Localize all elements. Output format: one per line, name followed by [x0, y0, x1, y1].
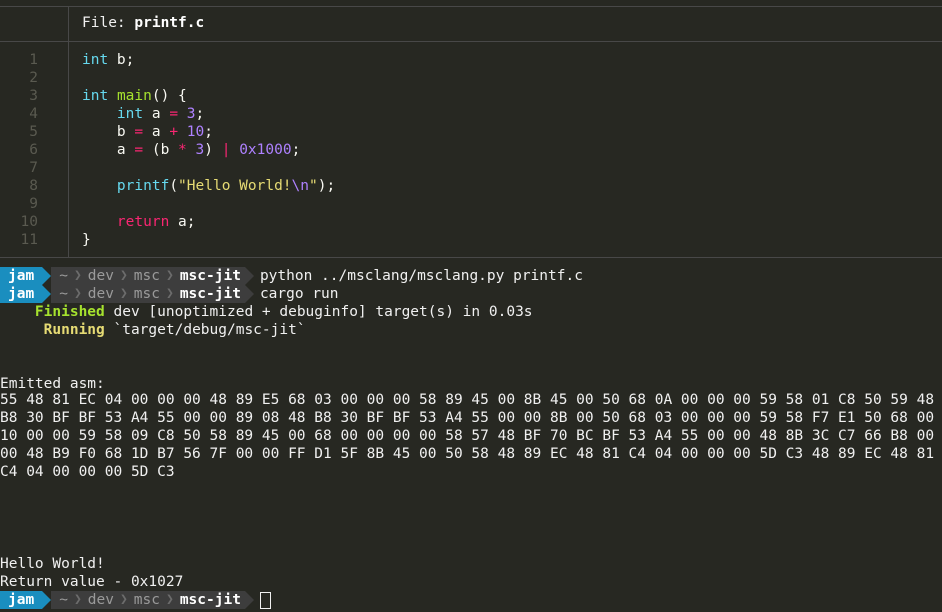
chevron-right-icon: ❯: [73, 286, 82, 301]
file-viewer: File: printf.c 1 int b; 2 3 int main() {4 in…: [0, 0, 942, 258]
cargo-running-text: `target/debug/msc-jit`: [104, 322, 306, 338]
line-number: 7: [29, 160, 38, 176]
command-text: cargo run: [259, 286, 339, 302]
line-number: 9: [29, 196, 38, 212]
path-segment: ~: [59, 286, 68, 302]
chevron-right-icon: ❯: [166, 592, 174, 607]
code-line: 1 int b;: [0, 51, 942, 69]
line-number: 3: [29, 88, 38, 104]
terminal-prompt-line: jam ~ ❯ dev ❯ msc ❯ msc-jit python ../msclang/ms…: [0, 267, 942, 285]
code-line: 11}: [0, 231, 942, 249]
command-text: python ../msclang/msclang.py printf.c: [259, 268, 583, 284]
line-number: 6: [29, 142, 38, 158]
file-header: File: printf.c: [82, 14, 204, 32]
path-segment: msc: [133, 268, 160, 284]
line-number: 4: [29, 106, 38, 122]
line-number: 1: [29, 52, 38, 68]
prompt-path: ~ ❯ dev ❯ msc ❯ msc-jit: [51, 285, 245, 303]
code-line: 6 a = (b * 3) | 0x1000;: [0, 141, 942, 159]
prompt-path: ~ ❯ dev ❯ msc ❯ msc-jit: [51, 267, 245, 285]
code-line: 5 b = a + 10;: [0, 123, 942, 141]
path-segment: dev: [87, 286, 114, 302]
asm-bytes: 55 48 81 EC 04 00 00 00 48 89 E5 68 03 0…: [0, 392, 942, 480]
line-number: 8: [29, 178, 38, 194]
code-text: return a;: [116, 214, 196, 230]
code-line: 9: [0, 195, 942, 213]
viewer-bottom-rule: [0, 257, 942, 258]
chevron-right-icon: ❯: [73, 592, 82, 607]
code-text: }: [82, 232, 91, 248]
path-current-dir: msc-jit: [179, 286, 241, 302]
path-segment: msc: [133, 592, 160, 608]
prompt-end-icon: [244, 591, 254, 609]
prompt-user: jam: [0, 267, 43, 285]
cargo-finished-label: Finished: [34, 304, 105, 320]
prompt: jam ~ ❯ dev ❯ msc ❯ msc-jit: [0, 591, 942, 609]
code-line: 4 int a = 3;: [0, 105, 942, 123]
code-text: int main() {: [82, 88, 187, 104]
prompt-user: jam: [0, 285, 43, 303]
path-segment: msc: [133, 286, 160, 302]
cargo-running-line: Running `target/debug/msc-jit`: [0, 321, 942, 339]
cargo-running-label: Running: [43, 322, 105, 338]
code-text: printf("Hello World!\n");: [116, 178, 336, 194]
prompt-user: jam: [0, 591, 43, 609]
line-number: 10: [20, 214, 38, 230]
prompt-end-icon: [244, 285, 254, 303]
path-segment: dev: [87, 268, 114, 284]
path-current-dir: msc-jit: [179, 592, 241, 608]
viewer-top-rule: [0, 6, 942, 7]
prompt-path: ~ ❯ dev ❯ msc ❯ msc-jit: [51, 591, 245, 609]
line-number: 5: [29, 124, 38, 140]
prompt-separator-icon: [42, 285, 52, 303]
code-line: 7: [0, 159, 942, 177]
cargo-finished-line: Finished dev [unoptimized + debuginfo] t…: [0, 303, 942, 321]
line-number: 2: [29, 70, 38, 86]
prompt: jam ~ ❯ dev ❯ msc ❯ msc-jit python ../msclang/ms…: [0, 267, 942, 285]
code-text: int a = 3;: [116, 106, 205, 122]
code-text: b = a + 10;: [82, 124, 213, 140]
chevron-right-icon: ❯: [166, 268, 174, 283]
chevron-right-icon: ❯: [73, 268, 82, 283]
chevron-right-icon: ❯: [119, 268, 128, 283]
code-line: 2: [0, 69, 942, 87]
line-number: 11: [20, 232, 38, 248]
return-value-output: Return value - 0x1027: [0, 574, 184, 590]
code-line: 10 return a;: [0, 213, 942, 231]
code-text: a = (b * 3) | 0x1000;: [82, 142, 301, 158]
chevron-right-icon: ❯: [119, 592, 128, 607]
prompt-separator-icon: [42, 591, 52, 609]
file-name: printf.c: [134, 15, 205, 31]
terminal-prompt-line: jam ~ ❯ dev ❯ msc ❯ msc-jit: [0, 591, 942, 609]
prompt-separator-icon: [42, 267, 52, 285]
viewer-header-rule: [0, 41, 942, 42]
prompt-end-icon: [244, 267, 254, 285]
code-line: 3 int main() {: [0, 87, 942, 105]
hello-output: Hello World!: [0, 556, 105, 572]
cargo-finished-text: dev [unoptimized + debuginfo] target(s) …: [104, 304, 533, 320]
terminal-cursor[interactable]: [259, 591, 271, 609]
path-segment: ~: [59, 592, 68, 608]
chevron-right-icon: ❯: [166, 286, 174, 301]
path-segment: ~: [59, 268, 68, 284]
path-current-dir: msc-jit: [179, 268, 241, 284]
chevron-right-icon: ❯: [119, 286, 128, 301]
file-header-prefix: File:: [82, 15, 135, 31]
prompt: jam ~ ❯ dev ❯ msc ❯ msc-jit cargo run: [0, 285, 942, 303]
path-segment: dev: [87, 592, 114, 608]
code-line: 8 printf("Hello World!\n");: [0, 177, 942, 195]
code-text: int b;: [82, 52, 135, 68]
terminal-prompt-line: jam ~ ❯ dev ❯ msc ❯ msc-jit cargo run: [0, 285, 942, 303]
